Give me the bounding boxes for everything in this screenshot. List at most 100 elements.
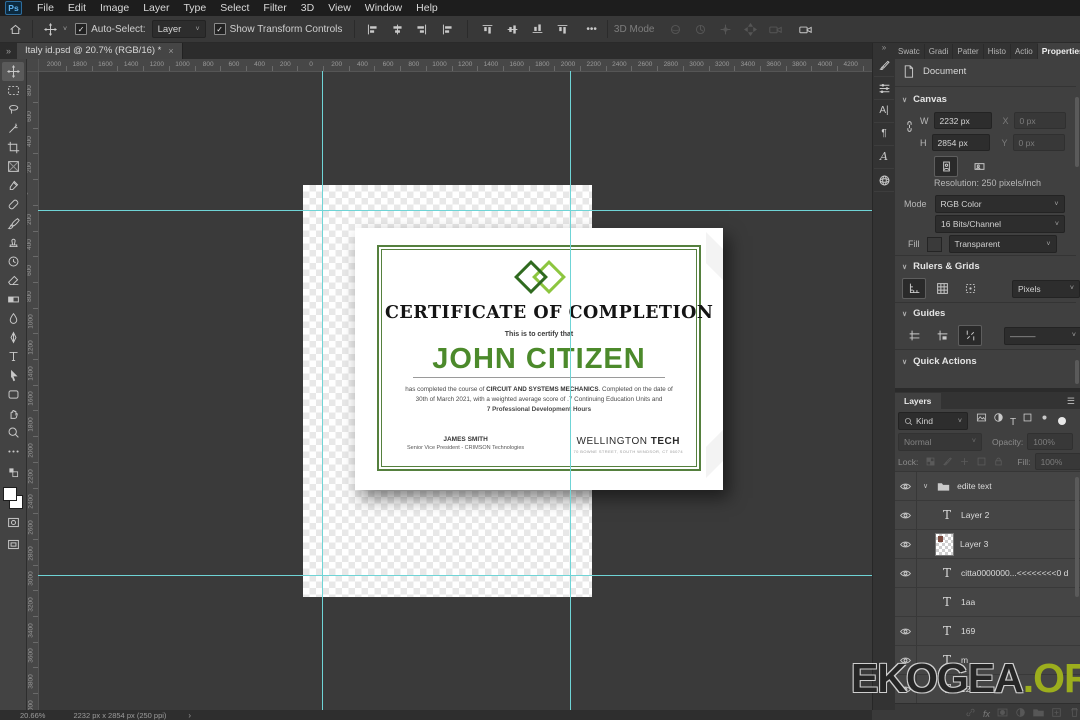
move-tool-preset-icon[interactable] <box>39 19 61 39</box>
guide-horizontal[interactable] <box>38 210 872 211</box>
visibility-toggle[interactable] <box>894 501 917 529</box>
layer-name[interactable]: Layer 2 <box>961 510 989 520</box>
shape-layer-filter-icon[interactable] <box>1022 412 1033 430</box>
3d-panel-icon[interactable] <box>874 169 894 192</box>
layers-panel-menu-icon[interactable]: ☰ <box>1067 396 1080 409</box>
align-horizontal-centers-icon[interactable] <box>386 19 408 39</box>
layer-row[interactable]: T169 <box>894 617 1080 646</box>
lock-position-icon[interactable] <box>959 456 970 467</box>
bit-depth-dropdown[interactable]: 16 Bits/Channel˅ <box>935 215 1065 233</box>
clone-source-panel-icon[interactable] <box>874 77 894 100</box>
layer-row[interactable]: Tcitta0000000...<<<<<<<<0 d <box>894 559 1080 588</box>
new-layer-icon[interactable] <box>1051 707 1062 718</box>
pixel-layer-filter-icon[interactable] <box>976 412 987 430</box>
crop-tool-icon[interactable] <box>2 138 24 157</box>
ruler-units-dropdown[interactable]: Pixels˅ <box>1012 280 1080 298</box>
visibility-toggle[interactable] <box>894 617 917 645</box>
tab-close-icon[interactable]: × <box>168 46 173 56</box>
layer-name[interactable]: 169 <box>961 626 975 636</box>
edit-toolbar-icon[interactable] <box>2 442 24 461</box>
tab-properties[interactable]: Properties <box>1038 43 1080 59</box>
new-group-icon[interactable] <box>1033 707 1044 718</box>
tab-layers[interactable]: Layers <box>894 393 941 409</box>
rectangular-marquee-tool-icon[interactable] <box>2 81 24 100</box>
new-adjustment-layer-icon[interactable] <box>1015 707 1026 718</box>
camera-icon[interactable] <box>795 19 817 39</box>
status-options-icon[interactable]: › <box>188 711 191 720</box>
eraser-tool-icon[interactable] <box>2 271 24 290</box>
glyphs-panel-icon[interactable]: A <box>874 146 894 169</box>
guide-layout-icon[interactable] <box>930 325 954 346</box>
smart-object-filter-icon[interactable] <box>1039 412 1050 430</box>
orientation-portrait-button[interactable] <box>934 156 958 177</box>
guide-style-dropdown[interactable]: ———˅ <box>1004 327 1080 345</box>
fill-swatch[interactable] <box>927 237 942 252</box>
history-brush-tool-icon[interactable] <box>2 252 24 271</box>
layer-thumbnail[interactable] <box>935 533 954 556</box>
zoom-percentage[interactable]: 20.66% <box>20 711 45 720</box>
align-bottom-edges-icon[interactable] <box>436 19 458 39</box>
eyedropper-tool-icon[interactable] <box>2 176 24 195</box>
lock-all-icon[interactable] <box>993 456 1004 467</box>
type-layer-filter-icon[interactable]: T <box>1010 412 1016 430</box>
color-mode-dropdown[interactable]: RGB Color˅ <box>935 195 1065 213</box>
path-selection-tool-icon[interactable] <box>2 366 24 385</box>
layer-effects-icon[interactable]: fx <box>983 704 990 720</box>
more-options-icon[interactable]: ••• <box>586 24 597 35</box>
layers-scrollbar[interactable] <box>1075 477 1079 597</box>
foreground-color-swatch[interactable] <box>3 487 17 501</box>
menu-image[interactable]: Image <box>93 1 136 15</box>
clear-guides-icon[interactable] <box>958 325 982 346</box>
guide-vertical[interactable] <box>322 71 323 710</box>
foreground-background-swatches[interactable] <box>3 487 23 509</box>
gradient-tool-icon[interactable] <box>2 290 24 309</box>
move-tool-icon[interactable] <box>2 62 24 81</box>
quick-selection-tool-icon[interactable] <box>2 119 24 138</box>
group-expand-icon[interactable]: ∨ <box>923 482 928 490</box>
add-guides-icon[interactable] <box>902 325 926 346</box>
menu-select[interactable]: Select <box>213 1 256 15</box>
menu-edit[interactable]: Edit <box>61 1 93 15</box>
blur-tool-icon[interactable] <box>2 309 24 328</box>
menu-file[interactable]: File <box>30 1 61 15</box>
menu-layer[interactable]: Layer <box>136 1 176 15</box>
spot-healing-brush-tool-icon[interactable] <box>2 195 24 214</box>
frame-tool-icon[interactable] <box>2 157 24 176</box>
menu-view[interactable]: View <box>321 1 358 15</box>
strip-collapse-icon[interactable]: » <box>882 42 886 54</box>
distribute-top-edges-icon[interactable] <box>478 18 498 40</box>
visibility-toggle[interactable] <box>894 588 917 616</box>
tab-histo[interactable]: Histo <box>984 44 1011 59</box>
layer-name[interactable]: Layer 3 <box>960 539 988 549</box>
screen-mode-icon[interactable] <box>2 535 24 554</box>
rectangle-tool-icon[interactable] <box>2 385 24 404</box>
distribute-vertical-centers-icon[interactable] <box>503 18 523 40</box>
lock-artboard-icon[interactable] <box>976 456 987 467</box>
layer-name[interactable]: edite text <box>957 481 992 491</box>
layer-name[interactable]: 1aa <box>961 597 975 607</box>
layer-row[interactable]: Layer 3 <box>894 530 1080 559</box>
align-right-edges-icon[interactable] <box>411 19 433 39</box>
brush-settings-panel-icon[interactable] <box>874 54 894 77</box>
clone-stamp-tool-icon[interactable] <box>2 233 24 252</box>
certificate-artwork[interactable]: CERTIFICATE OF COMPLETION This is to cer… <box>355 228 723 490</box>
quick-actions-section-header[interactable]: ∨Quick Actions <box>902 356 977 367</box>
hand-tool-icon[interactable] <box>2 404 24 423</box>
character-panel-icon[interactable]: A| <box>874 100 894 123</box>
paragraph-panel-icon[interactable]: ¶ <box>874 123 894 146</box>
visibility-toggle[interactable] <box>894 472 917 500</box>
guides-section-header[interactable]: ∨Guides <box>902 308 945 319</box>
menu-help[interactable]: Help <box>409 1 445 15</box>
properties-scrollbar[interactable] <box>1075 97 1079 167</box>
horizontal-ruler[interactable]: 2000180016001400120010008006004002000200… <box>38 59 872 72</box>
document-tab[interactable]: Italy id.psd @ 20.7% (RGB/16) * × <box>17 42 183 59</box>
menu-type[interactable]: Type <box>176 1 213 15</box>
rulers-grids-section-header[interactable]: ∨Rulers & Grids <box>902 261 980 272</box>
layer-filter-dropdown[interactable]: Kind ˅ <box>898 412 968 430</box>
filter-toggle-icon[interactable] <box>1058 417 1066 425</box>
auto-select-checkbox[interactable]: ✓ <box>75 23 87 35</box>
type-tool-icon[interactable] <box>2 347 24 366</box>
tab-patter[interactable]: Patter <box>953 44 983 59</box>
lock-image-pixels-icon[interactable] <box>942 456 953 467</box>
default-colors-icon[interactable] <box>2 463 24 482</box>
